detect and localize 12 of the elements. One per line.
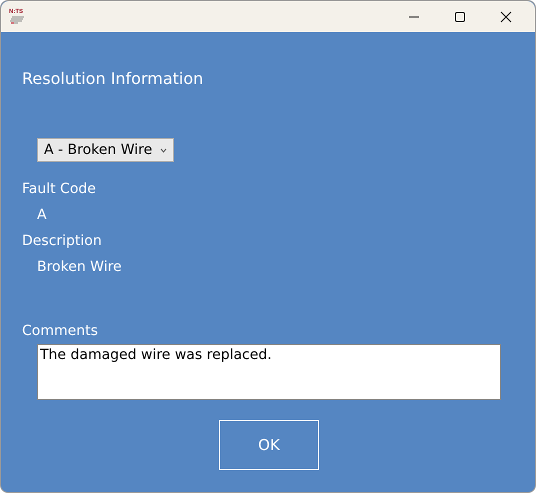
comments-field[interactable]: The damaged wire was replaced.: [37, 344, 501, 400]
field-value: Broken Wire: [37, 258, 123, 277]
field-label: Fault Code: [22, 180, 97, 199]
ok-button[interactable]: OK: [219, 420, 319, 470]
caret-icon: [160, 148, 168, 152]
maximize-icon: [454, 10, 466, 22]
close-icon: [500, 10, 512, 22]
section-heading: Resolution Information: [22, 68, 204, 90]
field-value: A: [37, 206, 48, 225]
field-label: Description: [22, 232, 103, 251]
field-label: Comments: [22, 322, 99, 341]
fault-dropdown[interactable]: A - Broken Wire: [37, 138, 174, 162]
